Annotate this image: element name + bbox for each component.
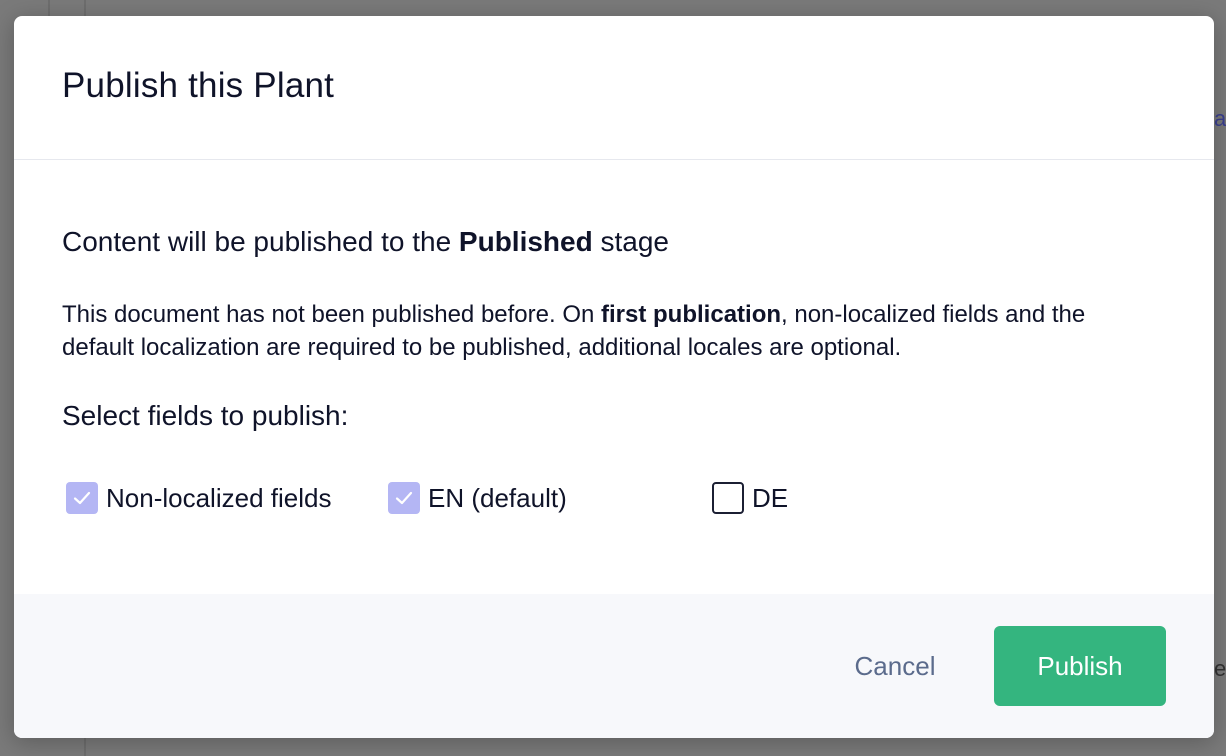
- background-divider: [48, 0, 50, 16]
- dialog-header: Publish this Plant: [14, 16, 1214, 160]
- checkbox-label: Non-localized fields: [106, 482, 332, 513]
- background-divider: [84, 738, 86, 756]
- publish-button[interactable]: Publish: [994, 626, 1166, 706]
- publish-dialog: Publish this Plant Content will be publi…: [14, 16, 1214, 738]
- checkbox-checked-icon[interactable]: [66, 482, 98, 514]
- checkbox-en-default[interactable]: EN (default): [388, 478, 567, 518]
- cancel-button[interactable]: Cancel: [832, 626, 958, 706]
- stage-info-prefix: Content will be published to the: [62, 226, 459, 257]
- select-fields-label: Select fields to publish:: [62, 400, 349, 431]
- dialog-body: Content will be published to the Publish…: [14, 160, 1214, 594]
- checkbox-checked-icon[interactable]: [388, 482, 420, 514]
- field-checkbox-group: Non-localized fields EN (default) DE: [14, 478, 1214, 518]
- checkbox-label: EN (default): [428, 482, 567, 513]
- dialog-footer: Cancel Publish: [14, 594, 1214, 738]
- dialog-title: Publish this Plant: [62, 66, 335, 105]
- background-text-fragment: ed: [1214, 656, 1226, 681]
- background-text-fragment: a: [1214, 106, 1226, 131]
- checkbox-non-localized-fields[interactable]: Non-localized fields: [66, 478, 331, 518]
- stage-info: Content will be published to the Publish…: [62, 226, 669, 258]
- note-prefix: This document has not been published bef…: [62, 301, 602, 328]
- stage-name: Published: [458, 226, 593, 257]
- note-bold: first publication: [601, 301, 782, 328]
- stage-info-suffix: stage: [592, 226, 669, 257]
- first-publication-note: This document has not been published bef…: [62, 298, 1162, 364]
- checkbox-de[interactable]: DE: [712, 478, 788, 518]
- checkbox-unchecked-icon[interactable]: [712, 482, 744, 514]
- checkbox-label: DE: [752, 482, 789, 513]
- background-divider: [84, 0, 86, 16]
